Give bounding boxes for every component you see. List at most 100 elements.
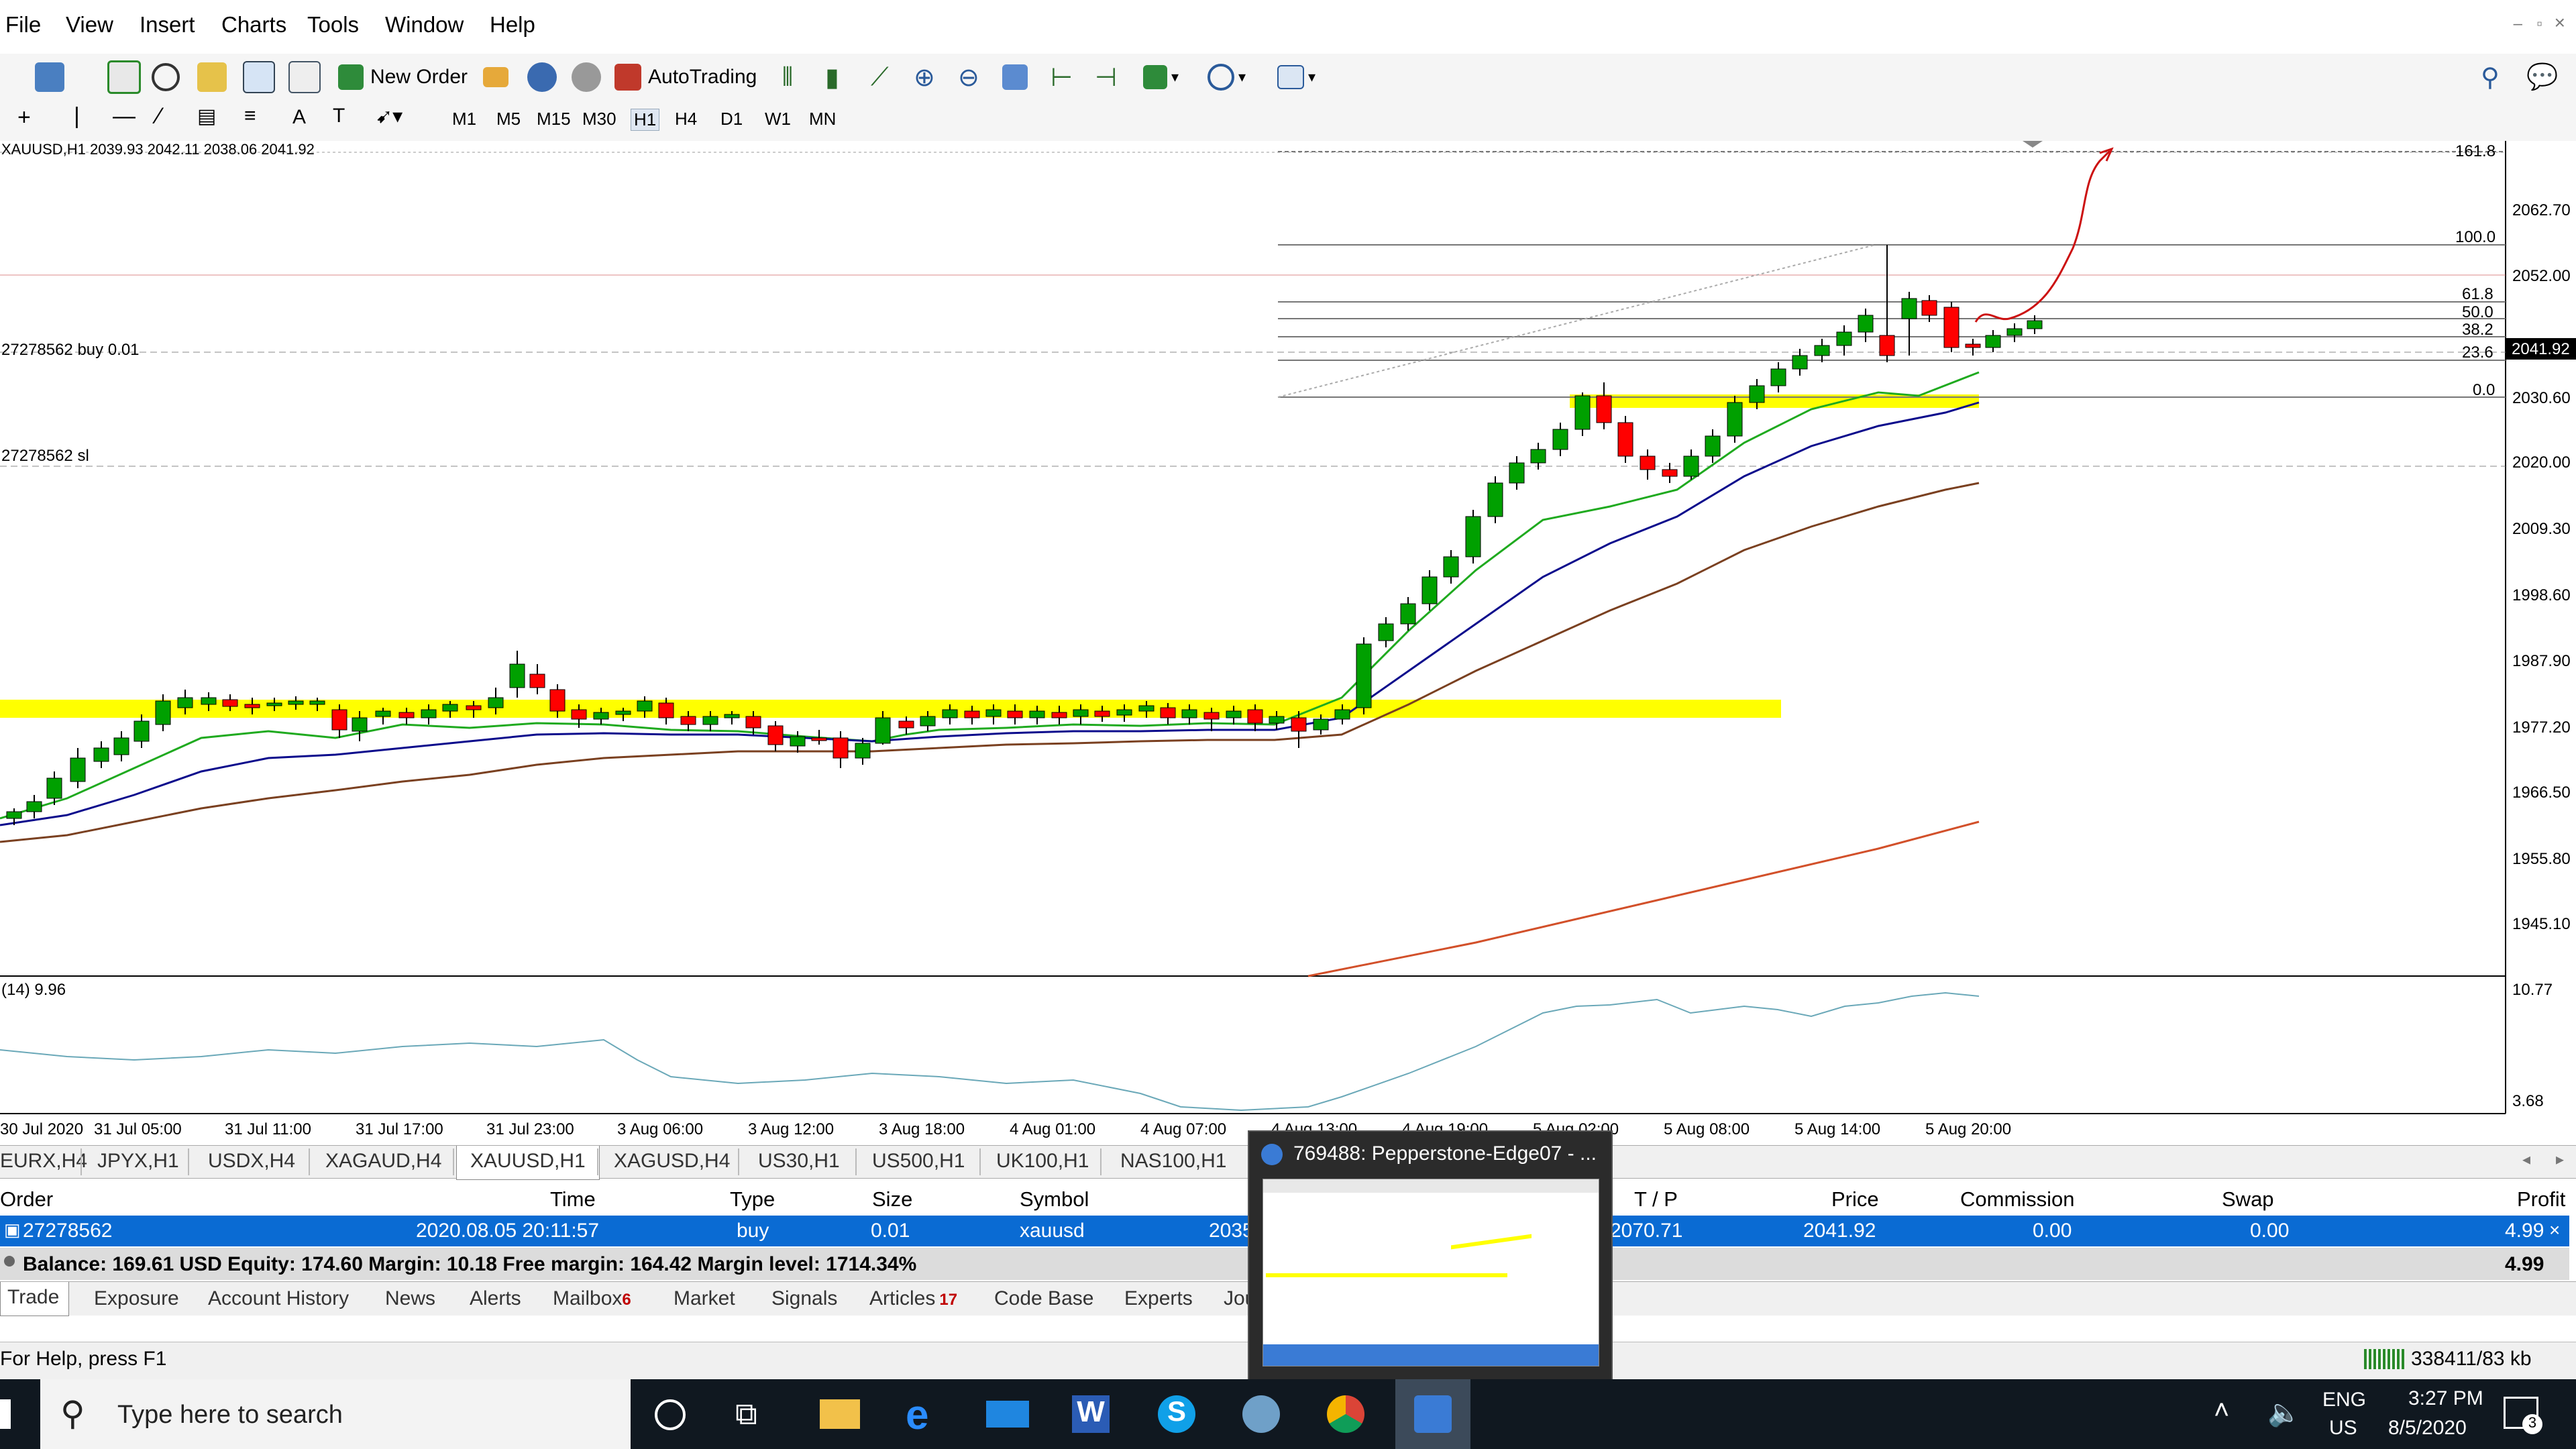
minimize-icon[interactable]: –: [2514, 15, 2522, 34]
tab-mailbox[interactable]: Mailbox6: [553, 1287, 631, 1310]
skype-icon[interactable]: S: [1158, 1395, 1195, 1433]
crosshair-icon[interactable]: [152, 59, 180, 95]
region-label[interactable]: US: [2329, 1417, 2357, 1440]
scroll-left-icon[interactable]: ◂: [2522, 1150, 2530, 1169]
menu-help[interactable]: Help: [490, 12, 535, 38]
tab-xagusd[interactable]: XAGUSD,H4: [614, 1150, 730, 1173]
tab-us30[interactable]: US30,H1: [758, 1150, 840, 1173]
trendline-icon[interactable]: ⁄: [157, 103, 161, 129]
cortana-icon[interactable]: [655, 1399, 686, 1430]
cursor-cross-icon[interactable]: +: [17, 105, 31, 131]
autotrading-button[interactable]: AutoTrading: [614, 59, 757, 95]
file-explorer-icon[interactable]: [820, 1399, 860, 1429]
chart-shift-marker[interactable]: [2023, 141, 2043, 148]
tf-d1[interactable]: D1: [720, 109, 743, 129]
close-order-icon[interactable]: ×: [2549, 1220, 2560, 1241]
menu-tools[interactable]: Tools: [307, 12, 359, 38]
tab-market[interactable]: Market: [674, 1287, 735, 1310]
start-button[interactable]: [0, 1399, 11, 1429]
templates-icon[interactable]: ▾: [1277, 59, 1316, 95]
channel-icon[interactable]: ▤: [197, 105, 216, 128]
close-icon[interactable]: ×: [2555, 12, 2565, 34]
zoom-out-icon[interactable]: ⊖: [958, 59, 979, 95]
tab-articles[interactable]: Articles 17: [869, 1287, 957, 1310]
text-label-icon[interactable]: T: [333, 105, 345, 127]
taskbar-search[interactable]: ⚲ Type here to search: [40, 1379, 631, 1449]
new-chart-icon[interactable]: [35, 59, 64, 95]
tab-nas100[interactable]: NAS100,H1: [1120, 1150, 1226, 1173]
search-icon[interactable]: ⚲: [2481, 59, 2500, 95]
tf-h4[interactable]: H4: [675, 109, 697, 129]
tab-experts[interactable]: Experts: [1124, 1287, 1193, 1310]
col-profit[interactable]: Profit: [2517, 1187, 2565, 1212]
fibonacci-retracement[interactable]: [1277, 151, 2506, 398]
menu-file[interactable]: File: [5, 12, 41, 38]
tab-exposure[interactable]: Exposure: [94, 1287, 179, 1310]
tf-m30[interactable]: M30: [582, 109, 616, 129]
scroll-right-icon[interactable]: ▸: [2556, 1150, 2564, 1169]
market-watch-icon[interactable]: [107, 59, 141, 95]
tf-m15[interactable]: M15: [537, 109, 571, 129]
price-chart[interactable]: XAUUSD,H1 2039.93 2042.11 2038.06 2041.9…: [0, 141, 2576, 1144]
menu-insert[interactable]: Insert: [140, 12, 195, 38]
volume-icon[interactable]: 🔈: [2267, 1397, 2301, 1428]
col-symbol[interactable]: Symbol: [1020, 1187, 1089, 1212]
chat-icon[interactable]: 💬: [2526, 59, 2558, 95]
restore-icon[interactable]: ▫: [2536, 15, 2542, 34]
chevron-up-icon[interactable]: ˄: [2214, 1395, 2229, 1426]
options-icon[interactable]: [527, 59, 557, 95]
candlestick-icon[interactable]: ▮: [825, 59, 839, 95]
clock-time[interactable]: 3:27 PM: [2408, 1387, 2483, 1410]
terminal-icon[interactable]: [243, 59, 275, 95]
tf-h1[interactable]: H1: [631, 109, 660, 131]
periods-icon[interactable]: ▾: [1208, 59, 1246, 95]
tf-m1[interactable]: M1: [452, 109, 476, 129]
tab-us500[interactable]: US500,H1: [872, 1150, 965, 1173]
paint-icon[interactable]: [1242, 1395, 1280, 1433]
tab-eurx[interactable]: EURX,H4: [0, 1150, 87, 1173]
new-order-button[interactable]: New Order: [338, 59, 468, 95]
lang-label[interactable]: ENG: [2322, 1389, 2366, 1411]
zoom-in-icon[interactable]: ⊕: [914, 59, 935, 95]
clock-date[interactable]: 8/5/2020: [2388, 1417, 2467, 1440]
word-icon[interactable]: W: [1072, 1395, 1110, 1433]
col-commission[interactable]: Commission: [1960, 1187, 2075, 1212]
tab-xauusd-active[interactable]: XAUUSD,H1: [456, 1146, 600, 1180]
autoscroll-icon[interactable]: ⊣: [1095, 59, 1117, 95]
col-price[interactable]: Price: [1831, 1187, 1879, 1212]
col-swap[interactable]: Swap: [2222, 1187, 2274, 1212]
chrome-icon[interactable]: [1327, 1395, 1364, 1433]
signals-icon[interactable]: [572, 59, 601, 95]
mt4-taskbar-button[interactable]: [1395, 1379, 1470, 1449]
text-icon[interactable]: A: [292, 106, 306, 129]
meta-editor-icon[interactable]: [483, 59, 508, 95]
horizontal-line-icon[interactable]: —: [113, 103, 136, 129]
tester-icon[interactable]: [288, 59, 321, 95]
fibonacci-icon[interactable]: ≡: [244, 105, 256, 127]
tab-code-base[interactable]: Code Base: [994, 1287, 1093, 1310]
menu-charts[interactable]: Charts: [221, 12, 286, 38]
chart-shift-icon[interactable]: ⊢: [1051, 59, 1073, 95]
task-view-icon[interactable]: ⧉: [735, 1395, 757, 1433]
tab-news[interactable]: News: [385, 1287, 435, 1310]
indicators-icon[interactable]: ▾: [1143, 59, 1179, 95]
line-chart-icon[interactable]: ⟋: [871, 59, 889, 95]
arrows-icon[interactable]: ➹▾: [376, 105, 402, 128]
tab-xagaud[interactable]: XAGAUD,H4: [325, 1150, 441, 1173]
col-size[interactable]: Size: [872, 1187, 912, 1212]
menu-view[interactable]: View: [66, 12, 113, 38]
tab-signals[interactable]: Signals: [771, 1287, 837, 1310]
tf-w1[interactable]: W1: [765, 109, 791, 129]
tf-mn[interactable]: MN: [809, 109, 836, 129]
mail-icon[interactable]: [986, 1401, 1029, 1428]
tab-trade-active[interactable]: Trade: [0, 1282, 70, 1316]
bar-chart-icon[interactable]: ⫴: [782, 59, 793, 95]
tab-jpyx[interactable]: JPYX,H1: [97, 1150, 179, 1173]
menu-window[interactable]: Window: [385, 12, 464, 38]
vertical-line-icon[interactable]: |: [74, 103, 80, 129]
tf-m5[interactable]: M5: [496, 109, 521, 129]
taskbar-preview[interactable]: 769488: Pepperstone-Edge07 - ...: [1248, 1130, 1613, 1381]
tab-uk100[interactable]: UK100,H1: [996, 1150, 1089, 1173]
col-type[interactable]: Type: [730, 1187, 775, 1212]
col-order[interactable]: Order: [0, 1187, 53, 1212]
